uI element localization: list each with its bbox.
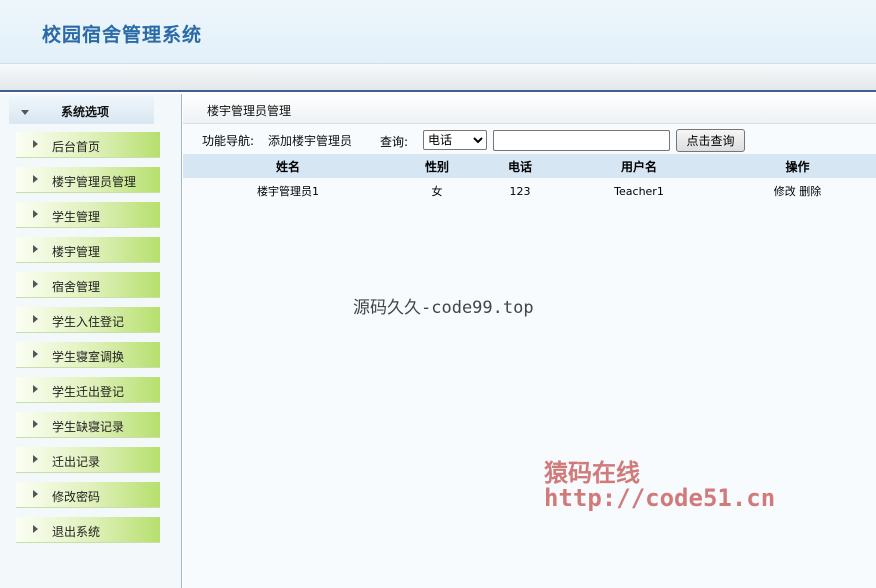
sidebar-item-check-in[interactable]: 学生入住登记 xyxy=(16,307,160,333)
cell-gender: 女 xyxy=(431,185,443,198)
caret-down-icon xyxy=(21,110,29,115)
sidebar-item-building-managers[interactable]: 楼宇管理员管理 xyxy=(16,167,160,193)
col-header-name: 姓名 xyxy=(183,154,393,178)
sidebar-item-buildings[interactable]: 楼宇管理 xyxy=(16,237,160,263)
caret-right-icon xyxy=(33,140,38,148)
table-row: 楼宇管理员1 女 123 Teacher1 修改 删除 xyxy=(183,178,876,204)
caret-right-icon xyxy=(33,175,38,183)
sidebar-item-students[interactable]: 学生管理 xyxy=(16,202,160,228)
sidebar-item-dorms[interactable]: 宿舍管理 xyxy=(16,272,160,298)
sidebar-item-label: 迁出记录 xyxy=(52,455,101,469)
app-header: 校园宿舍管理系统 xyxy=(0,0,876,64)
page-title: 楼宇管理员管理 xyxy=(207,104,292,118)
sidebar-item-absence-records[interactable]: 学生缺寝记录 xyxy=(16,412,160,438)
header-subbar xyxy=(0,64,876,92)
sidebar-item-label: 学生入住登记 xyxy=(52,315,125,329)
delete-link[interactable]: 删除 xyxy=(799,185,821,198)
sidebar-item-moveout-records[interactable]: 迁出记录 xyxy=(16,447,160,473)
caret-right-icon xyxy=(33,455,38,463)
sidebar-item-home[interactable]: 后台首页 xyxy=(16,132,160,158)
sidebar-item-label: 学生迁出登记 xyxy=(52,385,125,399)
managers-table: 姓名 性别 电话 用户名 操作 楼宇管理员1 女 123 Teacher1 修改… xyxy=(183,154,876,204)
edit-link[interactable]: 修改 xyxy=(774,185,796,198)
caret-right-icon xyxy=(33,385,38,393)
cell-phone: 123 xyxy=(509,184,531,198)
sidebar-item-label: 宿舍管理 xyxy=(52,280,101,294)
toolbar: 功能导航: 添加楼宇管理员 查询: 电话 点击查询 xyxy=(183,125,876,153)
sidebar-item-label: 学生管理 xyxy=(52,210,101,224)
query-field-select[interactable]: 电话 xyxy=(423,130,487,150)
app-title: 校园宿舍管理系统 xyxy=(42,24,203,46)
watermark-code99: 源码久久-code99.top xyxy=(353,298,534,318)
cell-username: Teacher1 xyxy=(614,184,664,198)
sidebar-item-check-out[interactable]: 学生迁出登记 xyxy=(16,377,160,403)
caret-right-icon xyxy=(33,280,38,288)
sidebar-section-title: 系统选项 xyxy=(61,105,110,119)
caret-right-icon xyxy=(33,315,38,323)
table-header-row: 姓名 性别 电话 用户名 操作 xyxy=(183,154,876,178)
cell-name: 楼宇管理员1 xyxy=(257,185,319,198)
sidebar-item-label: 修改密码 xyxy=(52,490,101,504)
sidebar-item-label: 后台首页 xyxy=(52,140,101,154)
add-manager-link[interactable]: 添加楼宇管理员 xyxy=(268,132,352,149)
sidebar-item-change-password[interactable]: 修改密码 xyxy=(16,482,160,508)
nav-label: 功能导航: xyxy=(202,134,255,148)
sidebar-section-header[interactable]: 系统选项 xyxy=(9,96,154,124)
caret-right-icon xyxy=(33,245,38,253)
caret-right-icon xyxy=(33,210,38,218)
col-header-actions: 操作 xyxy=(719,154,876,178)
watermark-url: http://code51.cn xyxy=(544,484,776,512)
watermark-title: 猿码在线 xyxy=(544,458,640,487)
sidebar-item-label: 学生缺寝记录 xyxy=(52,420,125,434)
breadcrumb: 楼宇管理员管理 xyxy=(183,94,876,124)
col-header-username: 用户名 xyxy=(559,154,719,178)
sidebar-item-label: 楼宇管理员管理 xyxy=(52,175,137,189)
sidebar-item-logout[interactable]: 退出系统 xyxy=(16,517,160,543)
caret-right-icon xyxy=(33,490,38,498)
search-button[interactable]: 点击查询 xyxy=(676,129,745,152)
caret-right-icon xyxy=(33,420,38,428)
search-input[interactable] xyxy=(493,130,670,151)
main-content: 楼宇管理员管理 功能导航: 添加楼宇管理员 查询: 电话 点击查询 姓名 性别 … xyxy=(183,94,876,588)
col-header-gender: 性别 xyxy=(393,154,481,178)
sidebar-item-label: 退出系统 xyxy=(52,525,101,539)
query-label: 查询: xyxy=(380,135,409,149)
cell-actions: 修改 删除 xyxy=(719,178,876,204)
col-header-phone: 电话 xyxy=(481,154,559,178)
sidebar-item-label: 楼宇管理 xyxy=(52,245,101,259)
caret-right-icon xyxy=(33,525,38,533)
sidebar: 系统选项 后台首页 楼宇管理员管理 学生管理 楼宇管理 宿舍管理 学生入住登记 … xyxy=(0,94,182,588)
sidebar-item-label: 学生寝室调换 xyxy=(52,350,125,364)
sidebar-item-room-swap[interactable]: 学生寝室调换 xyxy=(16,342,160,368)
caret-right-icon xyxy=(33,350,38,358)
